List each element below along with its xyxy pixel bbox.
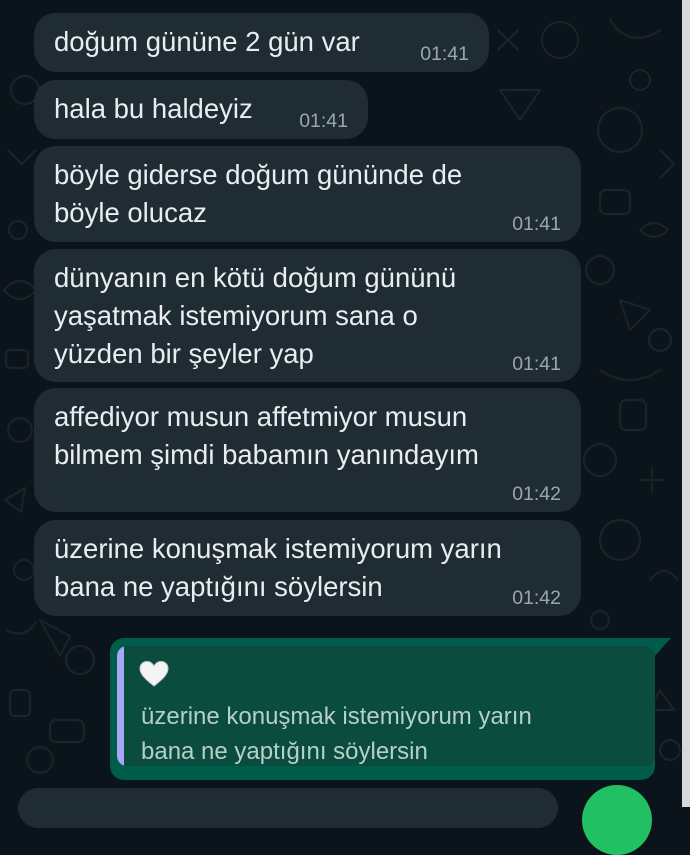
message-text: affediyor musun affetmiyor musun bilmem …	[54, 401, 479, 470]
quoted-reply[interactable]: üzerine konuşmak istemiyorum yarın bana …	[117, 646, 655, 766]
message-time: 01:41	[512, 213, 561, 235]
incoming-message-partial[interactable]	[18, 788, 558, 828]
message-time: 01:41	[512, 353, 561, 375]
message-text: dünyanın en kötü doğum gününü yaşatmak i…	[54, 262, 457, 369]
message-time: 01:41	[420, 43, 469, 65]
quoted-message-text: üzerine konuşmak istemiyorum yarın bana …	[141, 703, 532, 765]
outgoing-message[interactable]: üzerine konuşmak istemiyorum yarın bana …	[110, 638, 655, 780]
message-time: 01:42	[512, 483, 561, 505]
scroll-down-button[interactable]	[582, 785, 652, 855]
screen-edge	[682, 0, 690, 807]
message-text: doğum gününe 2 gün var	[54, 26, 360, 57]
incoming-message[interactable]: üzerine konuşmak istemiyorum yarın bana …	[34, 520, 581, 616]
incoming-message[interactable]: böyle giderse doğum gününde de böyle olu…	[34, 146, 581, 242]
message-text: böyle giderse doğum gününde de böyle olu…	[54, 159, 463, 228]
outgoing-bubble-tail	[653, 638, 671, 658]
incoming-message[interactable]: hala bu haldeyiz 01:41	[34, 80, 368, 139]
incoming-message[interactable]: dünyanın en kötü doğum gününü yaşatmak i…	[34, 249, 581, 382]
incoming-message[interactable]: doğum gününe 2 gün var 01:41	[34, 13, 489, 72]
message-text: üzerine konuşmak istemiyorum yarın bana …	[54, 533, 502, 602]
white-heart-icon	[139, 660, 169, 687]
message-time: 01:42	[512, 587, 561, 609]
incoming-message[interactable]: affediyor musun affetmiyor musun bilmem …	[34, 388, 581, 512]
message-text: hala bu haldeyiz	[54, 93, 253, 124]
quote-accent-bar	[117, 646, 124, 766]
message-time: 01:41	[299, 110, 348, 132]
